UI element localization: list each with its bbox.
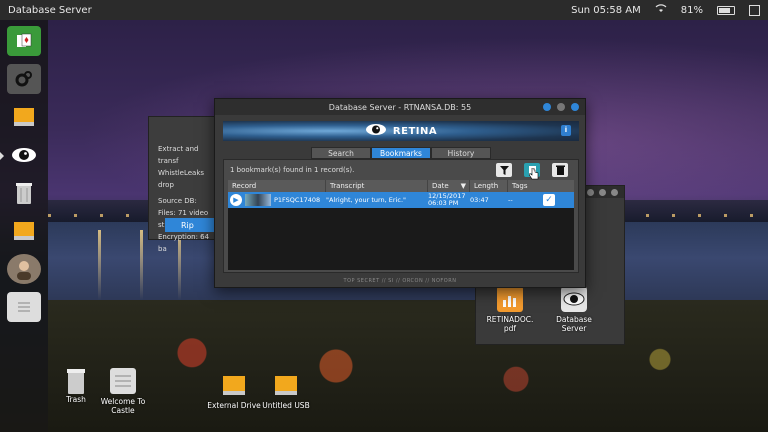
window-close-icon[interactable] — [571, 103, 579, 111]
desktop-external-drive[interactable]: External Drive — [204, 372, 264, 410]
window-maximize-icon[interactable] — [599, 188, 606, 196]
solitaire-app-icon[interactable] — [7, 26, 41, 56]
top-panel: Database Server Sun 05:58 AM 81% — [0, 0, 768, 20]
tab-history[interactable]: History — [431, 147, 491, 159]
col-record[interactable]: Record — [228, 180, 326, 192]
trash-icon — [63, 366, 89, 394]
drive-icon[interactable] — [7, 102, 41, 132]
retinadoc-label-line2: pdf — [503, 324, 517, 333]
rip-encryption: Encryption: 64 ba — [158, 233, 210, 253]
video-thumbnail — [245, 194, 271, 206]
document-icon — [110, 368, 136, 394]
bookmarks-table-body: ▶ P1FSQC17408 "Alright, your turn, Eric.… — [228, 192, 574, 270]
cell-transcript: "Alright, your turn, Eric." — [326, 196, 407, 204]
tab-search[interactable]: Search — [311, 147, 371, 159]
cell-tags: -- — [508, 196, 513, 204]
battery-icon[interactable] — [717, 5, 735, 15]
window-title: Database Server - RTNANSA.DB: 55 — [328, 102, 472, 112]
desktop-external-drive-label: External Drive — [207, 401, 261, 410]
filter-button[interactable] — [496, 163, 512, 177]
sort-desc-icon: ▼ — [460, 182, 466, 190]
col-length[interactable]: Length — [470, 180, 508, 192]
rip-desc-line1: Extract and transf — [158, 145, 199, 165]
desktop-welcome-to-castle[interactable]: Welcome To Castle — [93, 368, 153, 415]
window-close-icon[interactable] — [611, 188, 618, 196]
cell-record: P1FSQC17408 — [274, 196, 321, 204]
retina-eye-logo-icon — [365, 123, 387, 139]
database-server-app[interactable]: Database Server — [544, 286, 604, 333]
col-transcript[interactable]: Transcript — [326, 180, 428, 192]
info-button[interactable]: i — [561, 125, 571, 136]
retinadoc-label-line1: RETINADOC. — [486, 315, 534, 324]
desktop-welcome-label-line1: Welcome To — [100, 397, 146, 406]
col-date-label: Date — [432, 182, 449, 190]
drive-icon — [221, 372, 247, 398]
delete-button[interactable] — [552, 163, 568, 177]
battery-percent[interactable]: 81% — [681, 5, 703, 16]
tab-bar: Search Bookmarks History — [311, 147, 491, 159]
wallpaper-reflection — [98, 230, 101, 300]
play-icon[interactable]: ▶ — [230, 194, 242, 206]
col-tags[interactable]: Tags — [508, 180, 574, 192]
desktop-welcome-label-line2: Castle — [111, 406, 135, 415]
results-count: 1 bookmark(s) found in 1 record(s). — [230, 166, 355, 174]
trash-icon[interactable] — [7, 178, 41, 208]
row-checkbox[interactable]: ✓ — [543, 194, 555, 206]
usb-drive-icon — [273, 372, 299, 398]
gift-icon[interactable] — [749, 4, 760, 16]
user-avatar-icon[interactable] — [7, 254, 41, 284]
filter-icon — [499, 165, 509, 175]
active-app-title: Database Server — [8, 4, 92, 16]
desktop-untitled-usb[interactable]: Untitled USB — [256, 372, 316, 410]
trash-icon — [555, 165, 565, 175]
cell-date-time: 06:03 PM — [428, 199, 459, 207]
table-row[interactable]: ▶ P1FSQC17408 "Alright, your turn, Eric.… — [228, 192, 574, 208]
cell-date: 12/15/2017 06:03 PM — [425, 192, 467, 208]
window-titlebar[interactable]: Database Server - RTNANSA.DB: 55 — [215, 99, 585, 115]
retina-brand: RETINA — [392, 125, 438, 137]
retinadoc-pdf-file[interactable]: RETINADOC. pdf — [480, 286, 540, 333]
retina-banner: RETINA i — [223, 121, 579, 141]
col-date[interactable]: Date ▼ — [428, 180, 470, 192]
window-minimize-icon[interactable] — [543, 103, 551, 111]
settings-gears-icon[interactable] — [7, 64, 41, 94]
rip-button[interactable]: Rip — [165, 218, 221, 232]
wallpaper-flowers — [48, 300, 768, 432]
wifi-icon[interactable] — [655, 4, 667, 16]
tab-bookmarks[interactable]: Bookmarks — [371, 147, 431, 159]
drive-2-icon[interactable] — [7, 216, 41, 246]
cell-length: 03:47 — [470, 196, 489, 204]
rip-desc-line2: WhistleLeaks drop — [158, 169, 205, 189]
window-maximize-icon[interactable] — [557, 103, 565, 111]
bookmarks-panel: 1 bookmark(s) found in 1 record(s). Reco… — [223, 159, 579, 273]
dbserver-label-line1: Database — [556, 315, 592, 324]
eye-icon — [561, 286, 587, 312]
notes-app-icon[interactable] — [7, 292, 41, 322]
pdf-chart-icon — [497, 286, 523, 312]
retina-eye-icon[interactable] — [0, 140, 41, 170]
rip-tool-window[interactable]: Extract and transf WhistleLeaks drop Sou… — [148, 116, 221, 253]
clock[interactable]: Sun 05:58 AM — [571, 5, 641, 16]
wallpaper-reflection — [140, 230, 143, 300]
database-server-window[interactable]: Database Server - RTNANSA.DB: 55 RETINA … — [214, 98, 586, 288]
table-header: Record Transcript Date ▼ Length Tags — [228, 180, 574, 192]
launcher-dock — [0, 20, 48, 432]
dbserver-label-line2: Server — [561, 324, 587, 333]
desktop-untitled-usb-label: Untitled USB — [262, 401, 310, 410]
rip-source-db: Source DB: — [158, 197, 197, 205]
classification-footer: TOP SECRET // SI // ORCON // NOFORN — [343, 278, 457, 284]
window-minimize-icon[interactable] — [587, 188, 594, 196]
